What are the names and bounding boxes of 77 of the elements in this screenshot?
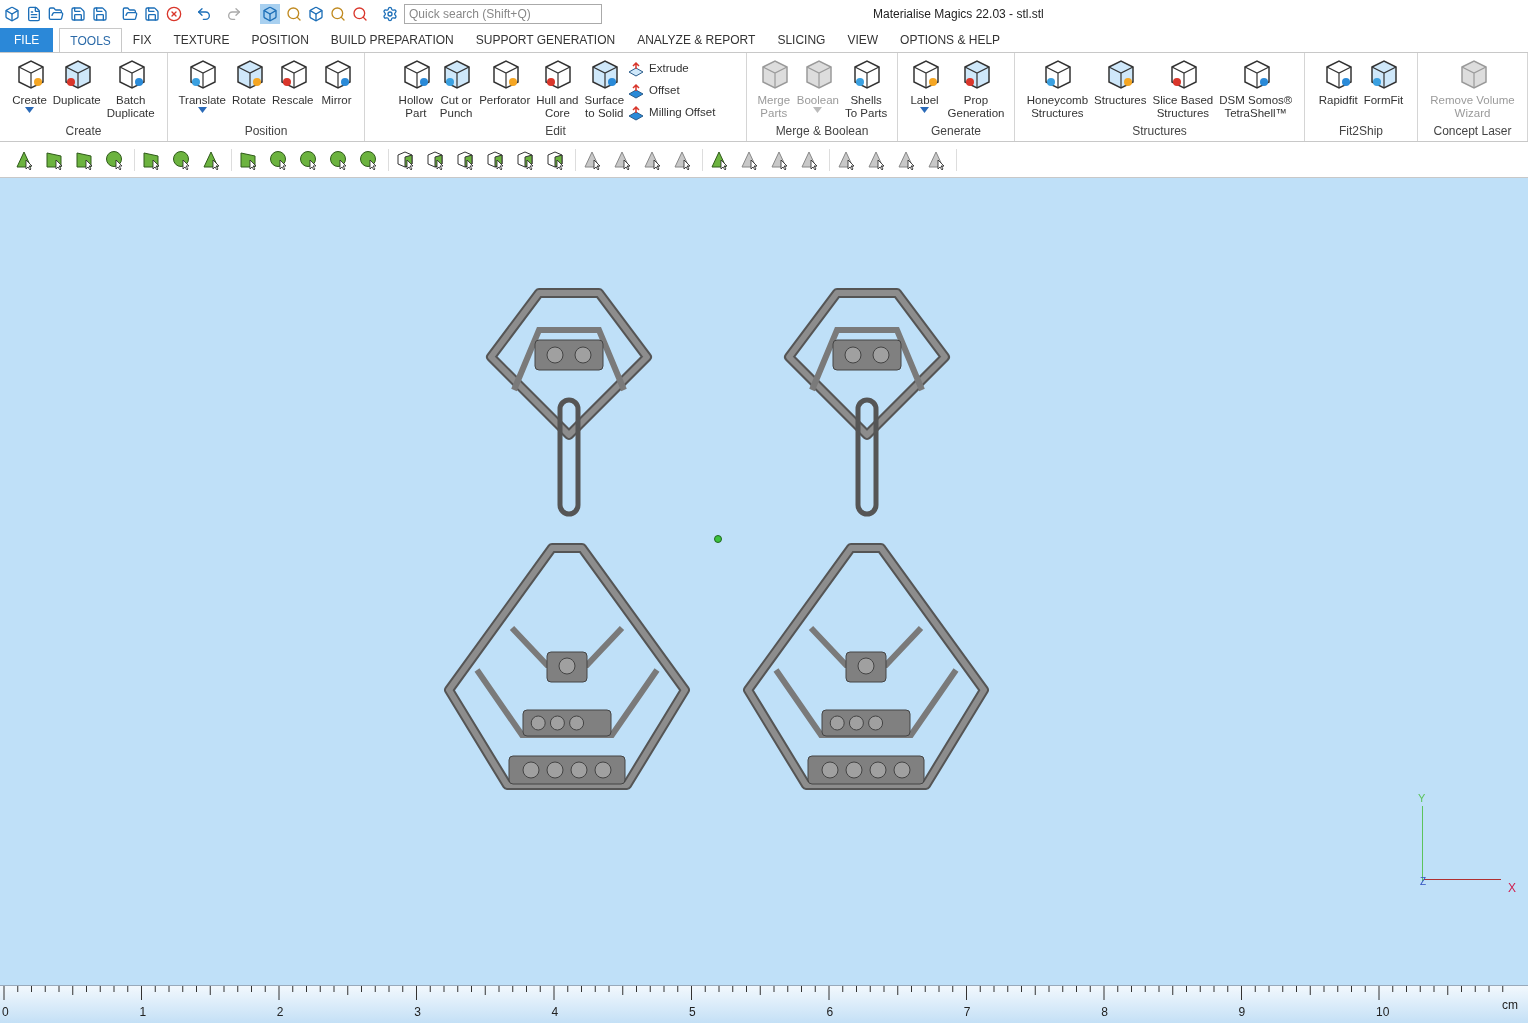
window-title: Materialise Magics 22.03 - stl.stl <box>873 6 1044 23</box>
group-label: Create <box>64 123 103 140</box>
zoom-icon[interactable] <box>286 6 302 22</box>
ribbon-tab[interactable]: BUILD PREPARATION <box>319 28 465 52</box>
ruler-label: 0 <box>2 1004 9 1021</box>
ruler-label: 6 <box>826 1004 834 1021</box>
ribbon-button[interactable]: DSM Somos® TetraShell™ <box>1216 57 1296 123</box>
group-label: Fit2Ship <box>1338 123 1384 140</box>
ribbon-button[interactable]: FormFit <box>1360 57 1407 123</box>
layer-icon <box>627 82 646 100</box>
ribbon-button[interactable]: Hull and Core <box>533 57 582 123</box>
ribbon-tab[interactable]: OPTIONS & HELP <box>889 28 1012 52</box>
undo-icon[interactable] <box>196 6 212 22</box>
ribbon-tab[interactable]: TEXTURE <box>162 28 241 52</box>
group-label: Concept Laser <box>1432 123 1513 140</box>
ribbon-button[interactable]: Duplicate <box>49 57 104 123</box>
ribbon-tab[interactable]: SLICING <box>766 28 837 52</box>
save-icon[interactable] <box>70 6 86 22</box>
settings-icon[interactable] <box>382 6 398 22</box>
file-tab[interactable]: FILE <box>0 28 54 52</box>
group-label: Merge & Boolean <box>774 123 870 140</box>
ruler-label: 7 <box>963 1004 971 1021</box>
ribbon-small-button[interactable]: Offset <box>627 81 716 101</box>
ruler-label: 4 <box>551 1004 559 1021</box>
folder-icon[interactable] <box>48 6 64 22</box>
ruler-label: 3 <box>414 1004 421 1021</box>
ruler-label: 1 <box>139 1004 147 1021</box>
layer-icon <box>627 104 646 122</box>
ribbon-button[interactable]: Create <box>9 57 50 123</box>
cube-icon[interactable] <box>308 6 324 22</box>
app-logo-icon[interactable] <box>4 6 20 22</box>
ribbon-tab[interactable]: ANALYZE & REPORT <box>626 28 767 52</box>
ruler-label: 8 <box>1101 1004 1108 1021</box>
group-label: Position <box>243 123 289 140</box>
ribbon-button[interactable]: Hollow Part <box>395 57 437 123</box>
ribbon-small-button[interactable]: Milling Offset <box>627 103 716 123</box>
ribbon-button[interactable]: Slice Based Structures <box>1149 57 1217 123</box>
ruler-label: 5 <box>689 1004 696 1021</box>
group-label: Generate <box>929 123 982 140</box>
ribbon-button[interactable]: Shells To Parts <box>842 57 891 123</box>
search-icon[interactable] <box>330 6 346 22</box>
ribbon-button[interactable]: Surface to Solid <box>581 57 628 123</box>
group-label: Edit <box>544 123 567 140</box>
axis-label: X <box>1508 880 1516 897</box>
ribbon-tab[interactable]: FIX <box>121 28 163 52</box>
ribbon-button[interactable]: Prop Generation <box>944 57 1008 123</box>
save-as-icon[interactable] <box>92 6 108 22</box>
ruler-label: 2 <box>276 1004 284 1021</box>
ribbon-button[interactable]: Structures <box>1091 57 1150 123</box>
close-icon[interactable] <box>166 6 182 22</box>
ribbon-tab[interactable]: TOOLS <box>59 28 122 52</box>
ribbon-tab[interactable]: VIEW <box>836 28 890 52</box>
ribbon-small-button[interactable]: Extrude <box>627 59 716 79</box>
group-label: Structures <box>1131 123 1188 140</box>
ribbon-button[interactable]: Rescale <box>268 57 317 123</box>
ribbon-button[interactable]: Label <box>904 57 945 123</box>
new-file-icon[interactable] <box>26 6 42 22</box>
ribbon-button[interactable]: Batch Duplicate <box>103 57 158 123</box>
layer-icon <box>627 60 646 78</box>
ribbon-button[interactable]: Mirror <box>316 57 357 123</box>
zoom-reset-icon[interactable] <box>352 6 368 22</box>
ruler-label: 10 <box>1376 1004 1390 1021</box>
ruler-label: 9 <box>1238 1004 1246 1021</box>
ribbon-button[interactable]: Honeycomb Structures <box>1023 57 1092 123</box>
ribbon-button[interactable]: Cut or Punch <box>436 57 477 123</box>
ribbon-tab[interactable]: POSITION <box>240 28 320 52</box>
ribbon-button[interactable]: Perforator <box>476 57 534 123</box>
search-field[interactable]: Quick search (Shift+Q) <box>404 4 602 24</box>
ribbon-button[interactable]: Rotate <box>228 57 269 123</box>
save-icon[interactable] <box>144 6 160 22</box>
axis-label: Y <box>1418 791 1426 806</box>
axis-label: Z <box>1420 875 1427 889</box>
ribbon-tab[interactable]: SUPPORT GENERATION <box>464 28 627 52</box>
ribbon-button[interactable]: Translate <box>175 57 229 123</box>
ruler-unit: cm <box>1502 997 1518 1014</box>
ribbon-button[interactable]: Rapidfit <box>1315 57 1361 123</box>
folder-icon[interactable] <box>122 6 138 22</box>
